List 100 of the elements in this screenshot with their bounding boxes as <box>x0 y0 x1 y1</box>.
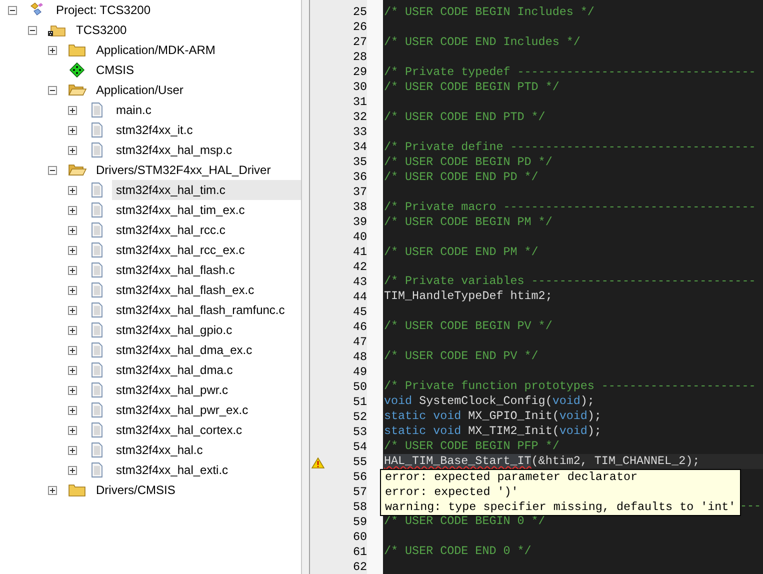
line-number: 47 <box>352 335 367 350</box>
file-icon <box>90 422 104 438</box>
line-number: 44 <box>352 290 367 305</box>
collapse-toggle[interactable] <box>48 86 57 94</box>
line-number: 28 <box>352 50 367 65</box>
line-number: 32 <box>352 110 367 125</box>
tooltip-message: error: expected parameter declarator <box>385 470 638 485</box>
code-line: static void MX_GPIO_Init(void); <box>384 409 602 424</box>
line-number: 56 <box>352 470 367 485</box>
line-number: 54 <box>352 440 367 455</box>
code-line: HAL_TIM_Base_Start_IT(&htim2, TIM_CHANNEL_2); <box>384 454 700 470</box>
code-line: /* USER CODE BEGIN PD */ <box>384 154 552 170</box>
tree-item[interactable]: stm32f4xx_hal_gpio.c <box>112 320 236 340</box>
expand-toggle[interactable] <box>68 446 77 454</box>
expand-toggle[interactable] <box>68 226 77 234</box>
line-number: 42 <box>352 260 367 275</box>
tree-item[interactable]: stm32f4xx_hal_tim.c <box>112 180 301 200</box>
warning-icon <box>311 456 325 468</box>
line-number: 53 <box>352 425 367 440</box>
tree-item[interactable]: stm32f4xx_hal_tim_ex.c <box>112 200 249 220</box>
line-number: 29 <box>352 65 367 80</box>
file-icon <box>90 282 104 298</box>
tree-item[interactable]: stm32f4xx_hal_flash_ramfunc.c <box>112 300 289 320</box>
expand-toggle[interactable] <box>68 326 77 334</box>
expand-toggle[interactable] <box>68 406 77 414</box>
expand-toggle[interactable] <box>68 306 77 314</box>
tree-item[interactable]: stm32f4xx_it.c <box>112 120 197 140</box>
expand-toggle[interactable] <box>68 426 77 434</box>
tree-item[interactable]: stm32f4xx_hal.c <box>112 440 207 460</box>
code-line: /* Private macro ------------------------------------ <box>384 200 756 215</box>
tree-item[interactable]: stm32f4xx_hal_rcc_ex.c <box>112 240 249 260</box>
file-icon <box>90 302 104 318</box>
file-icon <box>90 242 104 258</box>
code-line: TIM_HandleTypeDef htim2; <box>384 289 552 304</box>
collapse-toggle[interactable] <box>8 6 17 14</box>
code-line: /* Private function prototypes ---------------------- <box>384 379 756 394</box>
tree-item[interactable]: TCS3200 <box>72 20 131 40</box>
tree-item[interactable]: stm32f4xx_hal_exti.c <box>112 460 232 480</box>
file-icon <box>90 362 104 378</box>
tree-item[interactable]: Application/User <box>92 80 188 100</box>
file-icon <box>90 322 104 338</box>
expand-toggle[interactable] <box>68 146 77 154</box>
tree-item[interactable]: stm32f4xx_hal_rcc.c <box>112 220 230 240</box>
code-line: /* USER CODE BEGIN PM */ <box>384 214 552 230</box>
expand-toggle[interactable] <box>68 466 77 474</box>
code-line: /* USER CODE END PD */ <box>384 170 538 185</box>
expand-toggle[interactable] <box>68 186 77 194</box>
project-icon <box>28 2 46 18</box>
tree-item[interactable]: stm32f4xx_hal_pwr_ex.c <box>112 400 252 420</box>
diamond-icon <box>67 62 87 78</box>
expand-toggle[interactable] <box>68 386 77 394</box>
expand-toggle[interactable] <box>68 366 77 374</box>
line-number: 52 <box>352 410 367 425</box>
tree-item[interactable]: stm32f4xx_hal_msp.c <box>112 140 236 160</box>
code-line: /* USER CODE END PTD */ <box>384 110 546 125</box>
tree-item[interactable]: Project: TCS3200 <box>52 0 154 20</box>
line-number: 61 <box>352 545 367 560</box>
file-icon <box>90 442 104 458</box>
file-icon <box>90 102 104 118</box>
file-icon <box>90 182 104 198</box>
tree-item[interactable]: stm32f4xx_hal_dma_ex.c <box>112 340 256 360</box>
expand-toggle[interactable] <box>68 266 77 274</box>
line-number: 33 <box>352 125 367 140</box>
expand-toggle[interactable] <box>48 486 57 494</box>
code-line: void SystemClock_Config(void); <box>384 394 594 410</box>
expand-toggle[interactable] <box>68 206 77 214</box>
code-line: static void MX_TIM2_Init(void); <box>384 424 602 440</box>
line-number: 45 <box>352 305 367 320</box>
code-line: /* USER CODE END Includes */ <box>384 34 580 50</box>
tree-item[interactable]: Drivers/CMSIS <box>92 480 180 500</box>
expand-toggle[interactable] <box>68 246 77 254</box>
file-icon <box>90 402 104 418</box>
collapse-toggle[interactable] <box>48 166 57 174</box>
file-icon <box>90 222 104 238</box>
line-number: 35 <box>352 155 367 170</box>
tree-item[interactable]: stm32f4xx_hal_cortex.c <box>112 420 246 440</box>
tooltip-message: warning: type specifier missing, defaults to 'int' <box>385 500 736 515</box>
line-number: 59 <box>352 515 367 530</box>
code-line: /* USER CODE END PM */ <box>384 244 538 260</box>
expand-toggle[interactable] <box>68 106 77 114</box>
tree-item[interactable]: stm32f4xx_hal_flash_ex.c <box>112 280 258 300</box>
tree-item[interactable]: main.c <box>112 100 156 120</box>
tree-item[interactable]: CMSIS <box>92 60 138 80</box>
folder-icon <box>67 482 87 498</box>
collapse-toggle[interactable] <box>28 26 37 34</box>
tree-item[interactable]: stm32f4xx_hal_pwr.c <box>112 380 232 400</box>
expand-toggle[interactable] <box>68 126 77 134</box>
expand-toggle[interactable] <box>68 286 77 294</box>
tree-item[interactable]: stm32f4xx_hal_flash.c <box>112 260 239 280</box>
code-line: /* Private typedef ---------------------------------- <box>384 64 756 80</box>
tree-item[interactable]: stm32f4xx_hal_dma.c <box>112 360 237 380</box>
tree-item[interactable]: Application/MDK-ARM <box>92 40 220 60</box>
file-icon <box>90 202 104 218</box>
code-line: /* USER CODE BEGIN PFP */ <box>384 439 560 454</box>
line-number: 55 <box>352 455 367 470</box>
tree-item[interactable]: Drivers/STM32F4xx_HAL_Driver <box>92 160 275 180</box>
line-number: 37 <box>352 185 367 200</box>
open-folder-icon <box>67 82 87 98</box>
expand-toggle[interactable] <box>68 346 77 354</box>
expand-toggle[interactable] <box>48 46 57 54</box>
